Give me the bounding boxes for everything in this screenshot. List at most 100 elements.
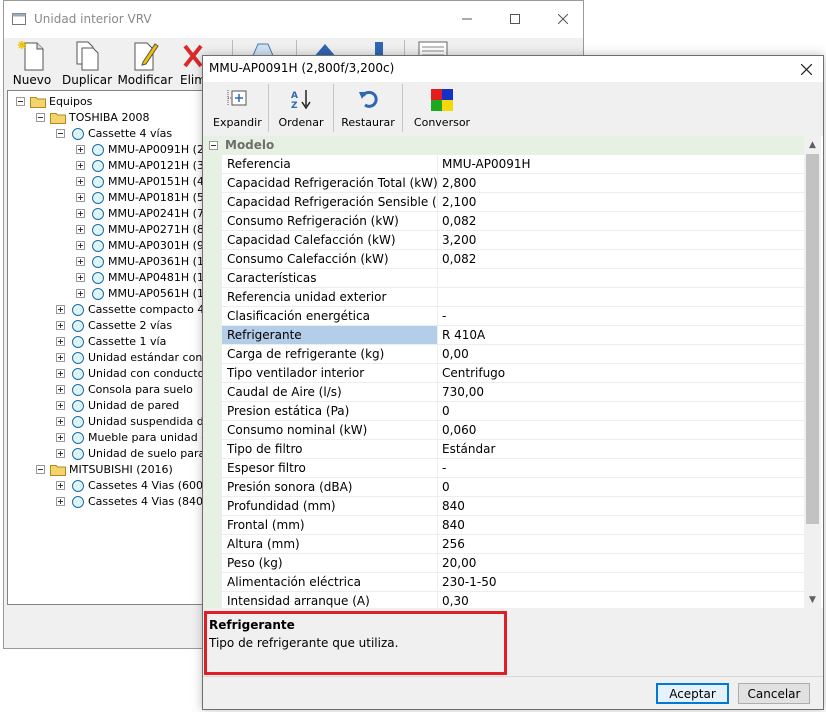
property-value[interactable]: 256 bbox=[437, 535, 804, 553]
property-value[interactable]: 0,060 bbox=[437, 421, 804, 439]
tree-item-model[interactable]: MMU-AP0481H (14,0 bbox=[8, 270, 206, 286]
tree-item-model[interactable]: MMU-AP0241H (7,10 bbox=[8, 206, 206, 222]
tree-item-group[interactable]: Cassette 2 vías bbox=[8, 318, 206, 334]
expand-icon[interactable] bbox=[76, 161, 85, 170]
expand-button[interactable]: Expandir bbox=[213, 88, 262, 134]
property-row[interactable]: Tipo ventilador interior Centrifugo bbox=[222, 364, 804, 383]
property-value[interactable]: 0,00 bbox=[437, 345, 804, 363]
property-value[interactable]: 0 bbox=[437, 478, 804, 496]
expand-icon[interactable] bbox=[56, 305, 65, 314]
expand-icon[interactable] bbox=[76, 241, 85, 250]
equipment-tree[interactable]: Equipos TOSHIBA 2008 Cassette 4 vías MMU-AP… bbox=[7, 90, 207, 605]
tree-item-folder[interactable]: TOSHIBA 2008 bbox=[8, 110, 206, 126]
tree-item-model[interactable]: MMU-AP0121H (3,60 bbox=[8, 158, 206, 174]
property-row[interactable]: Presion estática (Pa) 0 bbox=[222, 402, 804, 421]
property-value[interactable]: 0,30 bbox=[437, 592, 804, 608]
dialog-close-button[interactable] bbox=[795, 59, 817, 79]
tree-item-group[interactable]: Unidad con conducto de bbox=[8, 366, 206, 382]
property-value[interactable]: - bbox=[437, 459, 804, 477]
expand-icon[interactable] bbox=[56, 449, 65, 458]
property-row[interactable]: Consumo nominal (kW) 0,060 bbox=[222, 421, 804, 440]
close-icon[interactable] bbox=[550, 9, 576, 29]
property-value[interactable]: 2,100 bbox=[437, 193, 804, 211]
expand-icon[interactable] bbox=[76, 273, 85, 282]
tree-item-group[interactable]: Unidad de suelo para em bbox=[8, 446, 206, 462]
minimize-icon[interactable] bbox=[454, 9, 480, 29]
new-button[interactable]: Nuevo bbox=[4, 40, 60, 88]
tree-item-model[interactable]: MMU-AP0361H (11,2 bbox=[8, 254, 206, 270]
tree-item-group[interactable]: Unidad estándar con co bbox=[8, 350, 206, 366]
maximize-icon[interactable] bbox=[502, 9, 528, 29]
expand-icon[interactable] bbox=[56, 353, 65, 362]
property-value[interactable]: Centrifugo bbox=[437, 364, 804, 382]
property-row[interactable]: Consumo Refrigeración (kW) 0,082 bbox=[222, 212, 804, 231]
property-row[interactable]: Presión sonora (dBA) 0 bbox=[222, 478, 804, 497]
property-row[interactable]: Carga de refrigerante (kg) 0,00 bbox=[222, 345, 804, 364]
expand-icon[interactable] bbox=[56, 481, 65, 490]
expand-icon[interactable] bbox=[76, 225, 85, 234]
property-row[interactable]: Características bbox=[222, 269, 804, 288]
property-row[interactable]: Consumo Calefacción (kW) 0,082 bbox=[222, 250, 804, 269]
collapse-icon[interactable] bbox=[16, 97, 25, 106]
tree-item-group[interactable]: Unidad suspendida del t bbox=[8, 414, 206, 430]
property-value[interactable]: Estándar bbox=[437, 440, 804, 458]
sort-button[interactable]: A Z Ordenar bbox=[275, 88, 327, 134]
tree-item-model[interactable]: MMU-AP0151H (4,50 bbox=[8, 174, 206, 190]
property-value[interactable]: MMU-AP0091H bbox=[437, 155, 804, 173]
expand-icon[interactable] bbox=[56, 497, 65, 506]
tree-item-model[interactable]: MMU-AP0561H (16,0 bbox=[8, 286, 206, 302]
property-row[interactable]: Capacidad Calefacción (kW) 3,200 bbox=[222, 231, 804, 250]
property-row[interactable]: Caudal de Aire (l/s) 730,00 bbox=[222, 383, 804, 402]
property-row[interactable]: Refrigerante R 410A bbox=[222, 326, 804, 345]
expand-icon[interactable] bbox=[56, 433, 65, 442]
tree-item-model[interactable]: MMU-AP0091H (2,80 bbox=[8, 142, 206, 158]
tree-item-folder[interactable]: MITSUBISHI (2016) bbox=[8, 462, 206, 478]
property-value[interactable]: 2,800 bbox=[437, 174, 804, 192]
tree-item-group[interactable]: Cassette 4 vías bbox=[8, 126, 206, 142]
tree-item-group[interactable]: Cassette 1 vía bbox=[8, 334, 206, 350]
scrollbar-thumb[interactable] bbox=[806, 154, 819, 524]
tree-item-group[interactable]: Cassette compacto 4 vías bbox=[8, 302, 206, 318]
expand-icon[interactable] bbox=[76, 145, 85, 154]
restore-button[interactable]: Restaurar bbox=[341, 88, 395, 134]
duplicate-button[interactable]: Duplicar bbox=[59, 40, 115, 88]
property-value[interactable]: 0 bbox=[437, 402, 804, 420]
property-row[interactable]: Intensidad arranque (A) 0,30 bbox=[222, 592, 804, 608]
tree-item-model[interactable]: MMU-AP0301H (9,00 bbox=[8, 238, 206, 254]
property-value[interactable]: 20,00 bbox=[437, 554, 804, 572]
property-value[interactable]: 840 bbox=[437, 497, 804, 515]
property-value[interactable]: 3,200 bbox=[437, 231, 804, 249]
tree-item-group[interactable]: Consola para suelo bbox=[8, 382, 206, 398]
category-header-modelo[interactable]: Modelo bbox=[203, 136, 804, 155]
property-value[interactable]: 840 bbox=[437, 516, 804, 534]
expand-icon[interactable] bbox=[56, 321, 65, 330]
scroll-up-icon[interactable]: ▲ bbox=[804, 136, 821, 153]
property-row[interactable]: Tipo de filtro Estándar bbox=[222, 440, 804, 459]
property-value[interactable]: 0,082 bbox=[437, 212, 804, 230]
property-grid-scrollbar[interactable]: ▲ ▼ bbox=[804, 136, 821, 608]
tree-item-group[interactable]: Mueble para unidad de s bbox=[8, 430, 206, 446]
tree-item-model[interactable]: MMU-AP0271H (8,00 bbox=[8, 222, 206, 238]
expand-icon[interactable] bbox=[76, 257, 85, 266]
accept-button[interactable]: Aceptar bbox=[656, 683, 729, 704]
expand-icon[interactable] bbox=[76, 177, 85, 186]
expand-icon[interactable] bbox=[56, 401, 65, 410]
expand-icon[interactable] bbox=[76, 193, 85, 202]
tree-item-folder[interactable]: Equipos bbox=[8, 94, 206, 110]
expand-icon[interactable] bbox=[76, 289, 85, 298]
property-row[interactable]: Referencia MMU-AP0091H bbox=[222, 155, 804, 174]
property-value[interactable]: 230-1-50 bbox=[437, 573, 804, 591]
scroll-down-icon[interactable]: ▼ bbox=[804, 591, 821, 608]
expand-icon[interactable] bbox=[76, 209, 85, 218]
cancel-button[interactable]: Cancelar bbox=[738, 683, 810, 704]
expand-icon[interactable] bbox=[56, 369, 65, 378]
property-row[interactable]: Peso (kg) 20,00 bbox=[222, 554, 804, 573]
expand-icon[interactable] bbox=[56, 337, 65, 346]
edit-button[interactable]: Modificar bbox=[117, 40, 173, 88]
collapse-icon[interactable] bbox=[56, 129, 65, 138]
property-value[interactable] bbox=[437, 288, 804, 306]
tree-item-group[interactable]: Cassetes 4 Vias (600X60 bbox=[8, 478, 206, 494]
collapse-icon[interactable] bbox=[36, 113, 45, 122]
property-value[interactable] bbox=[437, 269, 804, 287]
property-row[interactable]: Referencia unidad exterior bbox=[222, 288, 804, 307]
